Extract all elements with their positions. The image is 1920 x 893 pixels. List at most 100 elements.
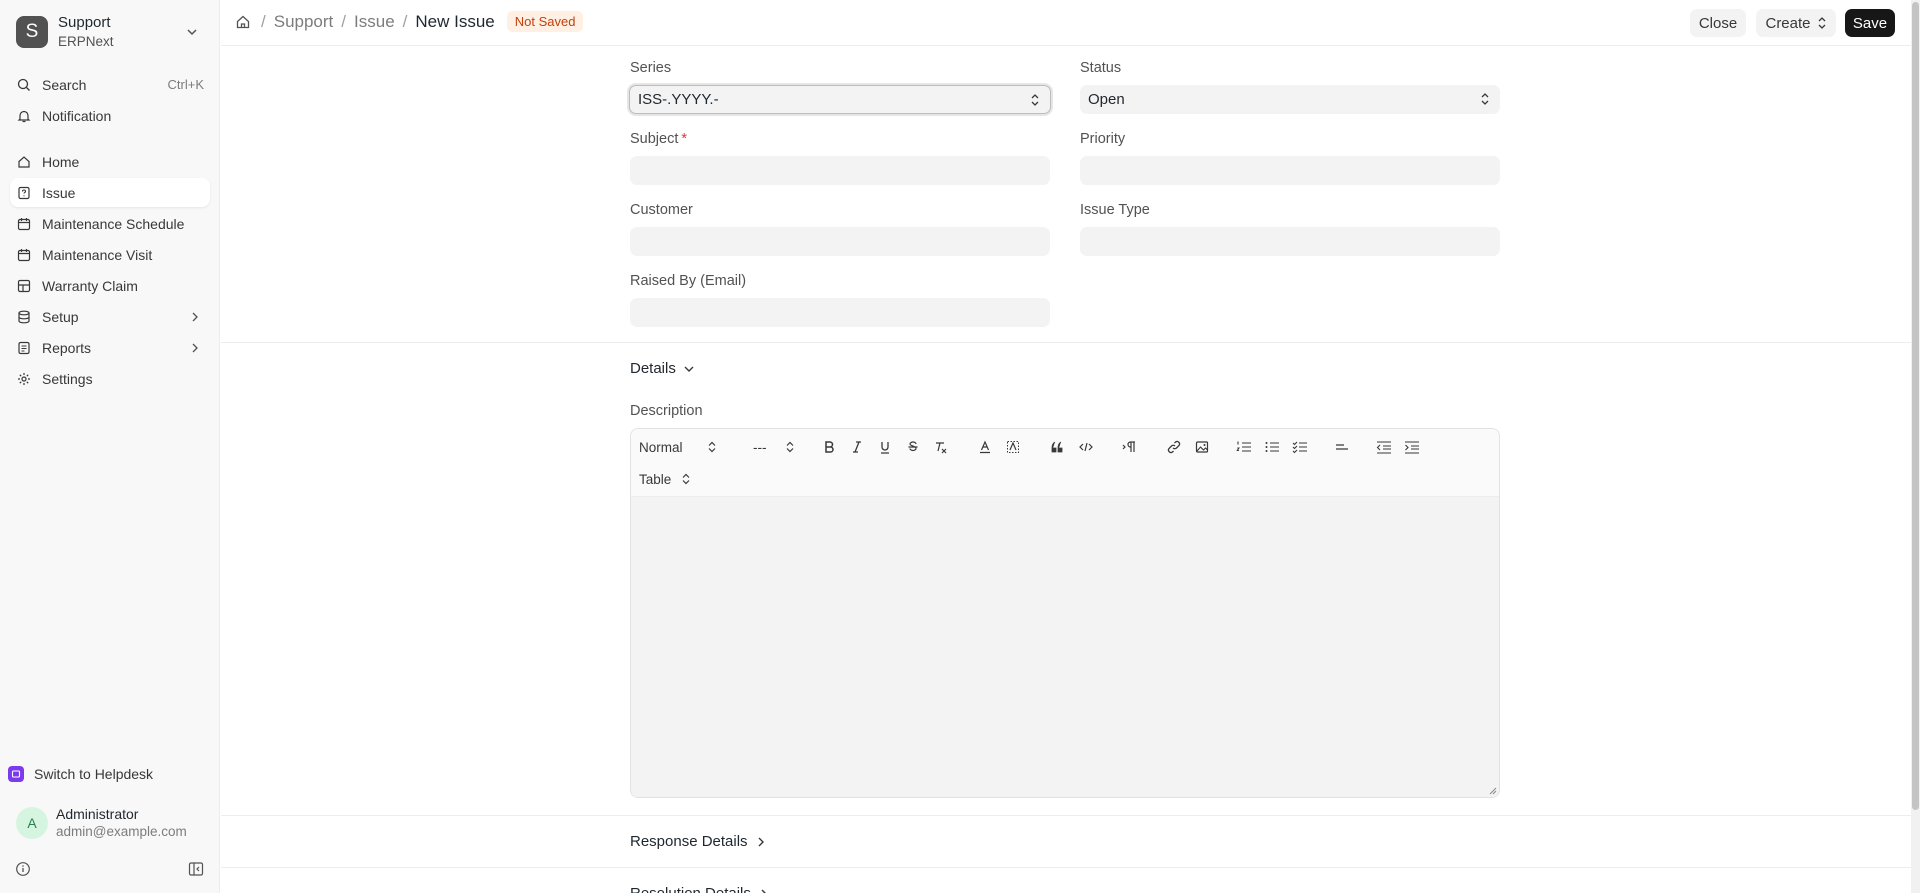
chevron-right-icon xyxy=(192,343,198,352)
sidebar-item-home[interactable]: Home xyxy=(10,147,210,176)
updown-icon xyxy=(1818,17,1825,29)
text-direction-icon[interactable] xyxy=(1119,437,1141,457)
page-title: New Issue xyxy=(415,11,495,31)
strikethrough-icon[interactable] xyxy=(902,437,924,457)
sidebar-item-settings[interactable]: Settings xyxy=(10,364,210,393)
details-section-toggle[interactable]: Details xyxy=(630,360,696,377)
issue-type-input[interactable] xyxy=(1080,227,1500,256)
info-icon[interactable] xyxy=(15,861,31,877)
sidebar-item-issue[interactable]: Issue xyxy=(10,178,210,207)
ordered-list-icon[interactable] xyxy=(1233,437,1255,457)
sidebar-item-label: Maintenance Schedule xyxy=(42,215,185,232)
priority-label: Priority xyxy=(1080,131,1126,147)
calendar-icon xyxy=(16,216,32,232)
subject-label: Subject * xyxy=(630,131,687,147)
subject-label-text: Subject xyxy=(630,131,679,147)
search-shortcut: Ctrl+K xyxy=(167,77,204,92)
sidebar-item-reports[interactable]: Reports xyxy=(10,333,210,362)
bold-icon[interactable] xyxy=(818,437,840,457)
sidebar-item-setup[interactable]: Setup xyxy=(10,302,210,331)
create-button[interactable]: Create xyxy=(1756,9,1836,37)
sidebar-item-maintenance-schedule[interactable]: Maintenance Schedule xyxy=(10,209,210,238)
report-icon xyxy=(16,340,32,356)
breadcrumb-support[interactable]: Support xyxy=(274,12,334,32)
chevron-right-icon xyxy=(761,889,767,893)
series-select[interactable]: ISS-.YYYY.- xyxy=(629,85,1051,114)
breadcrumb-issue[interactable]: Issue xyxy=(354,12,395,32)
updown-icon xyxy=(682,473,690,485)
close-button[interactable]: Close xyxy=(1690,9,1746,37)
blockquote-icon[interactable] xyxy=(1047,437,1069,457)
workspace-logo: S xyxy=(16,16,48,48)
raised-by-input[interactable] xyxy=(630,298,1050,327)
customer-label: Customer xyxy=(630,202,693,218)
resize-handle-icon[interactable] xyxy=(1489,787,1497,795)
text-style-select[interactable]: Normal xyxy=(639,436,717,458)
clear-format-icon[interactable] xyxy=(930,437,952,457)
link-icon[interactable] xyxy=(1163,437,1185,457)
search-icon xyxy=(16,77,32,93)
description-label: Description xyxy=(630,403,703,419)
scrollbar-thumb[interactable] xyxy=(1912,2,1919,810)
align-icon[interactable] xyxy=(1331,437,1353,457)
status-select[interactable]: Open xyxy=(1080,85,1500,114)
code-icon[interactable] xyxy=(1075,437,1097,457)
italic-icon[interactable] xyxy=(846,437,868,457)
table-select[interactable]: Table xyxy=(639,468,691,490)
status-value: Open xyxy=(1088,91,1125,108)
sidebar-item-maintenance-visit[interactable]: Maintenance Visit xyxy=(10,240,210,269)
sidebar-item-label: Maintenance Visit xyxy=(42,246,153,263)
help-file-icon xyxy=(16,185,32,201)
subject-input[interactable] xyxy=(630,156,1050,185)
notification-label: Notification xyxy=(42,107,112,124)
description-text-area[interactable] xyxy=(631,497,1499,797)
helpdesk-icon xyxy=(8,766,24,782)
create-label: Create xyxy=(1765,14,1811,32)
avatar: A xyxy=(16,807,48,839)
database-icon xyxy=(16,309,32,325)
save-button[interactable]: Save xyxy=(1845,9,1895,37)
highlight-icon[interactable] xyxy=(1002,437,1024,457)
description-editor: Normal --- Table xyxy=(630,428,1500,798)
checklist-icon[interactable] xyxy=(1289,437,1311,457)
divider xyxy=(221,867,1911,868)
editor-toolbar: Normal --- Table xyxy=(631,429,1499,497)
sidebar-item-warranty-claim[interactable]: Warranty Claim xyxy=(10,271,210,300)
underline-icon[interactable] xyxy=(874,437,896,457)
sidebar-notification[interactable]: Notification xyxy=(10,101,210,130)
resolution-details-label: Resolution Details xyxy=(630,885,751,893)
chevron-right-icon xyxy=(192,312,198,321)
table-grid-icon xyxy=(16,278,32,294)
font-size-value: --- xyxy=(753,439,767,455)
user-email: admin@example.com xyxy=(56,824,187,839)
sidebar-search[interactable]: Search Ctrl+K xyxy=(10,70,210,99)
chevron-down-icon xyxy=(187,29,197,36)
user-menu[interactable]: A Administrator admin@example.com xyxy=(16,805,187,841)
home-icon xyxy=(16,154,32,170)
updown-icon xyxy=(708,441,715,453)
calendar-icon xyxy=(16,247,32,263)
home-icon[interactable] xyxy=(235,13,253,31)
text-color-icon[interactable] xyxy=(974,437,996,457)
user-name: Administrator xyxy=(56,806,139,822)
indent-icon[interactable] xyxy=(1401,437,1423,457)
collapse-sidebar-icon[interactable] xyxy=(188,861,204,877)
customer-input[interactable] xyxy=(630,227,1050,256)
gear-icon xyxy=(16,371,32,387)
raised-by-label: Raised By (Email) xyxy=(630,273,747,289)
details-section-label: Details xyxy=(630,360,676,377)
switch-to-helpdesk[interactable]: Switch to Helpdesk xyxy=(8,766,153,782)
font-size-select[interactable]: --- xyxy=(753,436,795,458)
resolution-details-toggle[interactable]: Resolution Details xyxy=(630,885,771,893)
outdent-icon[interactable] xyxy=(1373,437,1395,457)
workspace-switcher[interactable]: S Support ERPNext xyxy=(10,12,210,52)
divider xyxy=(221,342,1911,343)
breadcrumb: / Support / Issue / New Issue Not Saved xyxy=(235,11,584,32)
workspace-subtitle: ERPNext xyxy=(58,34,114,49)
page-header: / Support / Issue / New Issue Not Saved … xyxy=(221,0,1911,46)
image-icon[interactable] xyxy=(1191,437,1213,457)
bullet-list-icon[interactable] xyxy=(1261,437,1283,457)
priority-input[interactable] xyxy=(1080,156,1500,185)
response-details-toggle[interactable]: Response Details xyxy=(630,833,768,850)
sidebar-item-label: Settings xyxy=(42,370,93,387)
